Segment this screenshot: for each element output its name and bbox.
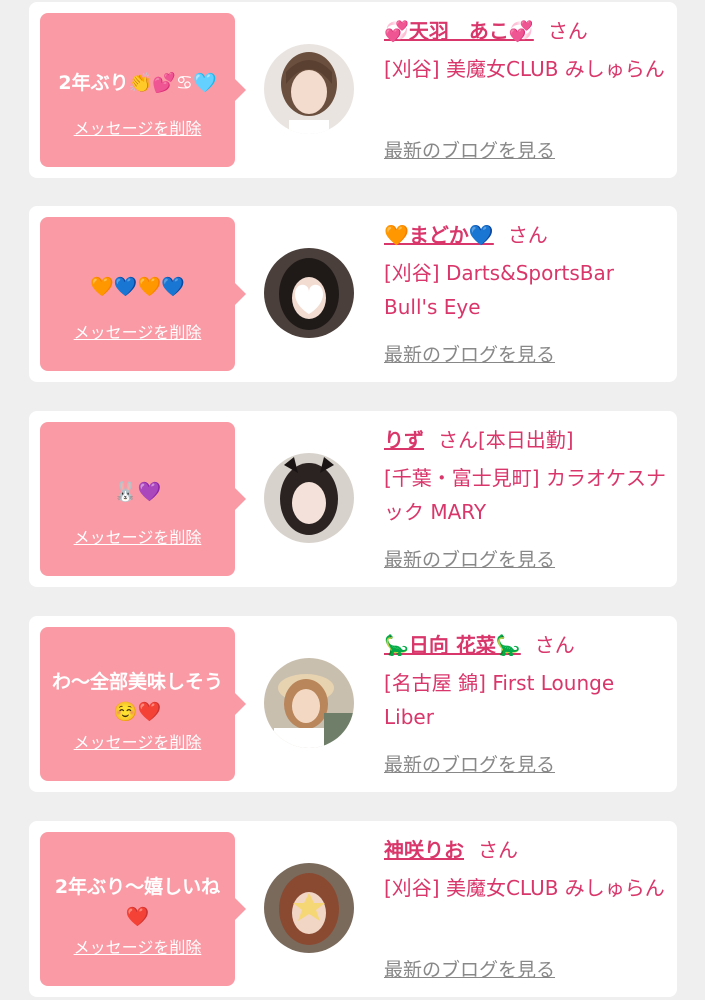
message-card: わ〜全部美味しそう☺️❤️ メッセージを削除 🦕日向 花菜🦕 さん [名古屋 錦]… — [29, 616, 677, 792]
avatar[interactable] — [264, 453, 354, 543]
name-line: 神咲りお さん — [384, 835, 674, 865]
message-text: 2年ぶり👏💕♋🩵 — [58, 72, 217, 94]
avatar[interactable] — [264, 863, 354, 953]
message-bubble: 2年ぶり👏💕♋🩵 メッセージを削除 — [40, 13, 246, 167]
shop-name: [刈谷] 美魔女CLUB みしゅらん — [384, 876, 665, 900]
message-bubble: 2年ぶり〜嬉しいね❤️ メッセージを削除 — [40, 832, 246, 986]
delete-message-link[interactable]: メッセージを削除 — [40, 729, 235, 753]
blog-link[interactable]: 最新のブログを見る — [384, 750, 555, 777]
message-bubble: 🐰💜 メッセージを削除 — [40, 422, 246, 576]
honorific: さん — [478, 838, 518, 862]
name-line: 🦕日向 花菜🦕 さん — [384, 630, 674, 660]
shop-name: [千葉・富士見町] カラオケスナック MARY — [384, 466, 666, 524]
shop-name: [刈谷] 美魔女CLUB みしゅらん — [384, 57, 665, 81]
message-text: 🐰💜 — [113, 481, 162, 503]
avatar-photo-icon — [264, 248, 354, 338]
delete-message-link[interactable]: メッセージを削除 — [40, 524, 235, 548]
shop-name: [刈谷] Darts&SportsBar Bull's Eye — [384, 261, 615, 319]
delete-message-link[interactable]: メッセージを削除 — [40, 934, 235, 958]
name-line: 🧡まどか💙 さん — [384, 220, 674, 250]
message-card: 2年ぶり👏💕♋🩵 メッセージを削除 💞天羽 あこ💞 さん [刈谷] 美魔女CLUB… — [29, 2, 677, 178]
avatar[interactable] — [264, 44, 354, 134]
avatar[interactable] — [264, 658, 354, 748]
message-bubble: わ〜全部美味しそう☺️❤️ メッセージを削除 — [40, 627, 246, 781]
message-text: 2年ぶり〜嬉しいね❤️ — [54, 876, 221, 928]
delete-message-link[interactable]: メッセージを削除 — [40, 115, 235, 139]
cast-name-link[interactable]: りず — [384, 428, 424, 452]
avatar-photo-icon — [264, 863, 354, 953]
avatar-photo-icon — [264, 453, 354, 543]
message-card: 🐰💜 メッセージを削除 りず さん[本日出勤] [千葉・富士見町] カラオケスナッ… — [29, 411, 677, 587]
cast-name-link[interactable]: 神咲りお — [384, 838, 464, 862]
cast-name-link[interactable]: 💞天羽 あこ💞 — [384, 19, 534, 43]
message-card: 2年ぶり〜嬉しいね❤️ メッセージを削除 神咲りお さん [刈谷] 美魔女CLUB… — [29, 821, 677, 997]
message-text: わ〜全部美味しそう☺️❤️ — [51, 671, 223, 723]
blog-link[interactable]: 最新のブログを見る — [384, 136, 555, 163]
honorific: さん — [547, 19, 588, 43]
avatar-photo-icon — [264, 44, 354, 134]
name-line: 💞天羽 あこ💞 さん — [384, 16, 674, 46]
name-line: りず さん[本日出勤] — [384, 425, 674, 455]
honorific: さん — [534, 633, 575, 657]
honorific: さん — [438, 428, 478, 452]
delete-message-link[interactable]: メッセージを削除 — [40, 319, 235, 343]
message-card: 🧡💙🧡💙 メッセージを削除 🧡まどか💙 さん [刈谷] Darts&SportsB… — [29, 206, 677, 382]
message-text: 🧡💙🧡💙 — [90, 276, 185, 298]
avatar[interactable] — [264, 248, 354, 338]
cast-name-link[interactable]: 🧡まどか💙 — [384, 223, 494, 247]
blog-link[interactable]: 最新のブログを見る — [384, 340, 555, 367]
message-bubble: 🧡💙🧡💙 メッセージを削除 — [40, 217, 246, 371]
shop-name: [名古屋 錦] First Lounge Liber — [384, 671, 615, 729]
blog-link[interactable]: 最新のブログを見る — [384, 955, 555, 982]
cast-name-link[interactable]: 🦕日向 花菜🦕 — [384, 633, 521, 657]
blog-link[interactable]: 最新のブログを見る — [384, 545, 555, 572]
avatar-photo-icon — [264, 658, 354, 748]
honorific: さん — [507, 223, 548, 247]
status-label: [本日出勤] — [478, 428, 574, 452]
